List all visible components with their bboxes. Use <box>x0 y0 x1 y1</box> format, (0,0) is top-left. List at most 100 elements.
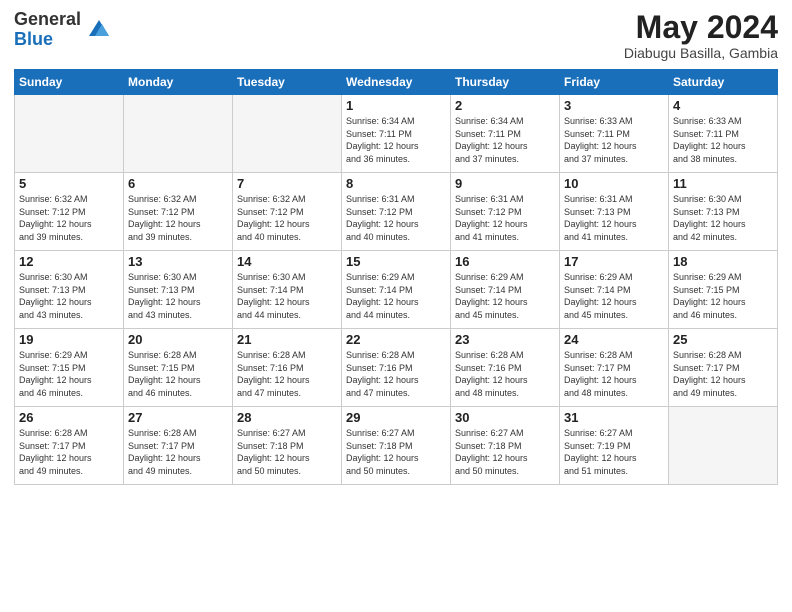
weekday-header-sunday: Sunday <box>15 70 124 95</box>
day-number: 24 <box>564 332 664 347</box>
day-cell: 2 Sunrise: 6:34 AM Sunset: 7:11 PM Daylig… <box>451 95 560 173</box>
logo-text: General Blue <box>14 10 81 50</box>
day-cell <box>669 407 778 485</box>
day-cell <box>233 95 342 173</box>
day-info: Sunrise: 6:28 AM Sunset: 7:16 PM Dayligh… <box>237 349 337 399</box>
day-number: 15 <box>346 254 446 269</box>
day-cell: 10 Sunrise: 6:31 AM Sunset: 7:13 PM Dayli… <box>560 173 669 251</box>
calendar: SundayMondayTuesdayWednesdayThursdayFrid… <box>14 69 778 485</box>
day-number: 25 <box>673 332 773 347</box>
day-cell: 16 Sunrise: 6:29 AM Sunset: 7:14 PM Dayli… <box>451 251 560 329</box>
day-info: Sunrise: 6:30 AM Sunset: 7:13 PM Dayligh… <box>19 271 119 321</box>
day-cell: 6 Sunrise: 6:32 AM Sunset: 7:12 PM Daylig… <box>124 173 233 251</box>
day-cell: 3 Sunrise: 6:33 AM Sunset: 7:11 PM Daylig… <box>560 95 669 173</box>
weekday-header-saturday: Saturday <box>669 70 778 95</box>
day-cell: 18 Sunrise: 6:29 AM Sunset: 7:15 PM Dayli… <box>669 251 778 329</box>
day-number: 30 <box>455 410 555 425</box>
day-number: 12 <box>19 254 119 269</box>
day-cell: 24 Sunrise: 6:28 AM Sunset: 7:17 PM Dayli… <box>560 329 669 407</box>
day-cell: 14Sunrise: 6:30 AM Sunset: 7:14 PM Dayli… <box>233 251 342 329</box>
day-info: Sunrise: 6:29 AM Sunset: 7:14 PM Dayligh… <box>564 271 664 321</box>
day-number: 29 <box>346 410 446 425</box>
day-number: 19 <box>19 332 119 347</box>
day-info: Sunrise: 6:29 AM Sunset: 7:14 PM Dayligh… <box>346 271 446 321</box>
day-cell: 25 Sunrise: 6:28 AM Sunset: 7:17 PM Dayli… <box>669 329 778 407</box>
day-number: 31 <box>564 410 664 425</box>
day-info: Sunrise: 6:28 AM Sunset: 7:17 PM Dayligh… <box>564 349 664 399</box>
day-number: 4 <box>673 98 773 113</box>
day-info: Sunrise: 6:27 AM Sunset: 7:18 PM Dayligh… <box>237 427 337 477</box>
day-number: 18 <box>673 254 773 269</box>
weekday-header-monday: Monday <box>124 70 233 95</box>
day-cell: 5Sunrise: 6:32 AM Sunset: 7:12 PM Daylig… <box>15 173 124 251</box>
day-cell: 28 Sunrise: 6:27 AM Sunset: 7:18 PM Dayli… <box>233 407 342 485</box>
logo-icon <box>85 14 113 42</box>
title-block: May 2024 Diabugu Basilla, Gambia <box>624 10 778 61</box>
day-cell: 11 Sunrise: 6:30 AM Sunset: 7:13 PM Dayli… <box>669 173 778 251</box>
day-number: 11 <box>673 176 773 191</box>
weekday-header-thursday: Thursday <box>451 70 560 95</box>
day-info: Sunrise: 6:32 AM Sunset: 7:12 PM Dayligh… <box>237 193 337 243</box>
day-info: Sunrise: 6:33 AM Sunset: 7:11 PM Dayligh… <box>564 115 664 165</box>
day-cell: 27Sunrise: 6:28 AM Sunset: 7:17 PM Dayli… <box>124 407 233 485</box>
day-cell <box>15 95 124 173</box>
day-cell: 12 Sunrise: 6:30 AM Sunset: 7:13 PM Dayli… <box>15 251 124 329</box>
day-info: Sunrise: 6:30 AM Sunset: 7:13 PM Dayligh… <box>128 271 228 321</box>
day-number: 7 <box>237 176 337 191</box>
day-info: Sunrise: 6:31 AM Sunset: 7:12 PM Dayligh… <box>455 193 555 243</box>
weekday-header-tuesday: Tuesday <box>233 70 342 95</box>
day-info: Sunrise: 6:28 AM Sunset: 7:17 PM Dayligh… <box>673 349 773 399</box>
day-number: 2 <box>455 98 555 113</box>
day-number: 27 <box>128 410 228 425</box>
day-number: 22 <box>346 332 446 347</box>
day-number: 26 <box>19 410 119 425</box>
week-row-1: 1 Sunrise: 6:34 AM Sunset: 7:11 PM Daylig… <box>15 95 778 173</box>
day-number: 1 <box>346 98 446 113</box>
day-cell: 30 Sunrise: 6:27 AM Sunset: 7:18 PM Dayli… <box>451 407 560 485</box>
day-info: Sunrise: 6:29 AM Sunset: 7:15 PM Dayligh… <box>673 271 773 321</box>
day-info: Sunrise: 6:28 AM Sunset: 7:16 PM Dayligh… <box>455 349 555 399</box>
day-info: Sunrise: 6:34 AM Sunset: 7:11 PM Dayligh… <box>455 115 555 165</box>
logo: General Blue <box>14 10 113 50</box>
day-info: Sunrise: 6:28 AM Sunset: 7:17 PM Dayligh… <box>19 427 119 477</box>
day-number: 10 <box>564 176 664 191</box>
weekday-header-friday: Friday <box>560 70 669 95</box>
day-cell: 13Sunrise: 6:30 AM Sunset: 7:13 PM Dayli… <box>124 251 233 329</box>
logo-blue: Blue <box>14 30 81 50</box>
header: General Blue May 2024 Diabugu Basilla, G… <box>14 10 778 61</box>
day-info: Sunrise: 6:31 AM Sunset: 7:13 PM Dayligh… <box>564 193 664 243</box>
day-cell: 7 Sunrise: 6:32 AM Sunset: 7:12 PM Daylig… <box>233 173 342 251</box>
weekday-header-wednesday: Wednesday <box>342 70 451 95</box>
day-number: 9 <box>455 176 555 191</box>
day-info: Sunrise: 6:30 AM Sunset: 7:13 PM Dayligh… <box>673 193 773 243</box>
day-cell: 20 Sunrise: 6:28 AM Sunset: 7:15 PM Dayli… <box>124 329 233 407</box>
day-number: 6 <box>128 176 228 191</box>
day-info: Sunrise: 6:27 AM Sunset: 7:18 PM Dayligh… <box>455 427 555 477</box>
day-cell: 15 Sunrise: 6:29 AM Sunset: 7:14 PM Dayli… <box>342 251 451 329</box>
day-info: Sunrise: 6:32 AM Sunset: 7:12 PM Dayligh… <box>128 193 228 243</box>
day-cell: 9 Sunrise: 6:31 AM Sunset: 7:12 PM Daylig… <box>451 173 560 251</box>
day-info: Sunrise: 6:28 AM Sunset: 7:15 PM Dayligh… <box>128 349 228 399</box>
day-cell: 26 Sunrise: 6:28 AM Sunset: 7:17 PM Dayli… <box>15 407 124 485</box>
day-cell: 19Sunrise: 6:29 AM Sunset: 7:15 PM Dayli… <box>15 329 124 407</box>
day-cell: 23 Sunrise: 6:28 AM Sunset: 7:16 PM Dayli… <box>451 329 560 407</box>
day-number: 3 <box>564 98 664 113</box>
day-number: 21 <box>237 332 337 347</box>
logo-general: General <box>14 10 81 30</box>
day-info: Sunrise: 6:29 AM Sunset: 7:14 PM Dayligh… <box>455 271 555 321</box>
day-info: Sunrise: 6:27 AM Sunset: 7:19 PM Dayligh… <box>564 427 664 477</box>
day-info: Sunrise: 6:28 AM Sunset: 7:16 PM Dayligh… <box>346 349 446 399</box>
day-number: 28 <box>237 410 337 425</box>
week-row-4: 19Sunrise: 6:29 AM Sunset: 7:15 PM Dayli… <box>15 329 778 407</box>
week-row-3: 12 Sunrise: 6:30 AM Sunset: 7:13 PM Dayli… <box>15 251 778 329</box>
day-number: 23 <box>455 332 555 347</box>
day-info: Sunrise: 6:27 AM Sunset: 7:18 PM Dayligh… <box>346 427 446 477</box>
day-info: Sunrise: 6:30 AM Sunset: 7:14 PM Dayligh… <box>237 271 337 321</box>
day-number: 20 <box>128 332 228 347</box>
day-number: 5 <box>19 176 119 191</box>
day-number: 16 <box>455 254 555 269</box>
page: General Blue May 2024 Diabugu Basilla, G… <box>0 0 792 612</box>
day-cell: 1Sunrise: 6:34 AM Sunset: 7:11 PM Daylig… <box>342 95 451 173</box>
day-number: 17 <box>564 254 664 269</box>
day-cell: 17 Sunrise: 6:29 AM Sunset: 7:14 PM Dayli… <box>560 251 669 329</box>
